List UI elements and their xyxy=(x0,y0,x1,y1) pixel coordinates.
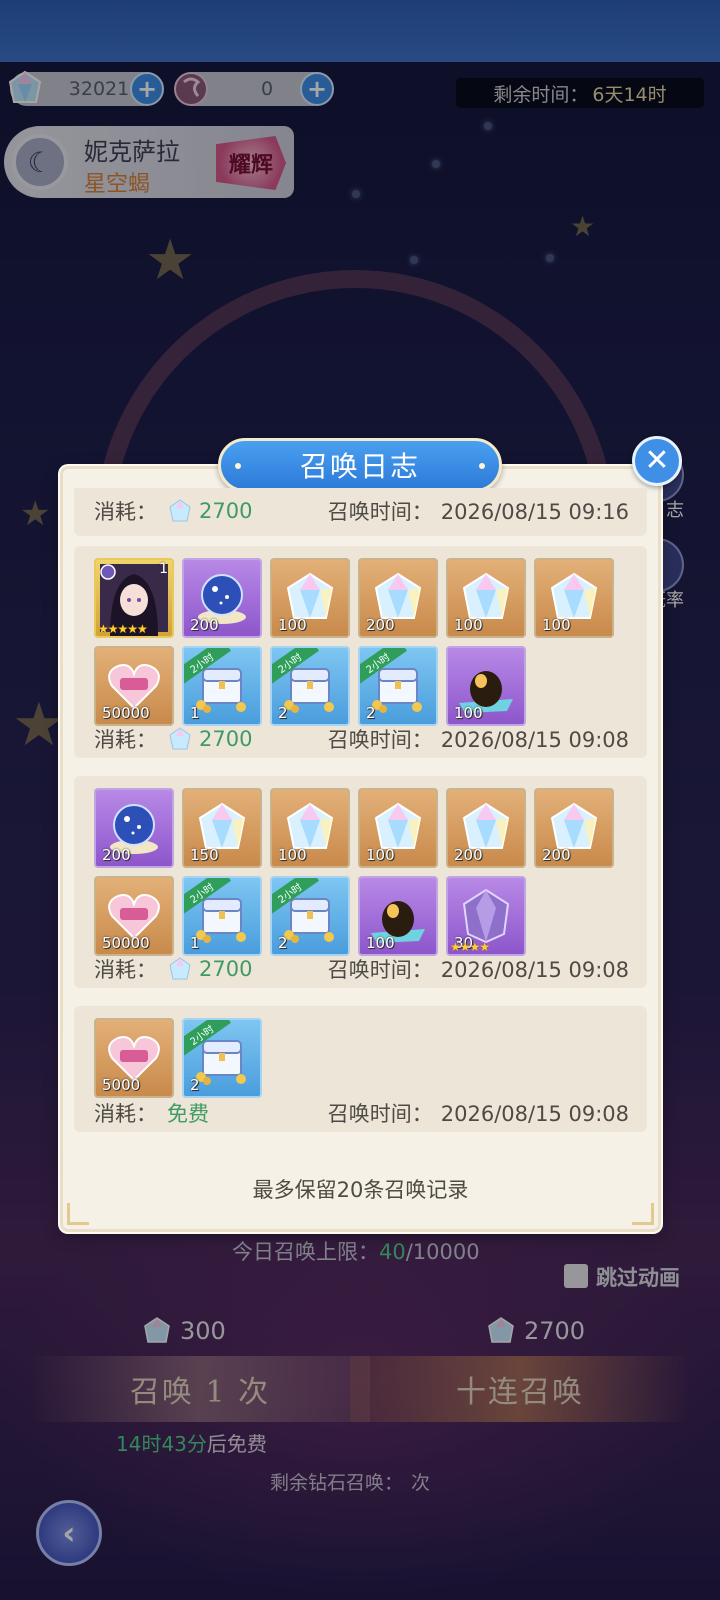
treasure-chest-reward-item[interactable]: 2小时 1 xyxy=(182,646,262,726)
item-quantity: 200 xyxy=(190,616,219,634)
time-value: 2026/08/15 09:16 xyxy=(440,500,629,524)
diamond-icon xyxy=(169,957,191,980)
time-value: 2026/08/15 09:08 xyxy=(440,728,629,752)
item-quantity: 100 xyxy=(278,846,307,864)
purple-crystal-reward-item[interactable]: 30 ★★★★ xyxy=(446,876,526,956)
cost-label: 消耗： xyxy=(94,1102,157,1126)
cost-value: 免费 xyxy=(167,1102,209,1126)
entry-meta: 消耗： 2700 召唤时间： 2026/08/15 09:08 xyxy=(94,952,629,986)
time-value: 2026/08/15 09:08 xyxy=(440,958,629,982)
item-quantity: 100 xyxy=(366,934,395,952)
treasure-chest-reward-item[interactable]: 2小时 2 xyxy=(182,1018,262,1098)
diamond-reward-item[interactable]: 200 xyxy=(446,788,526,868)
corner-ornament xyxy=(632,1203,654,1225)
item-quantity: 2 xyxy=(278,704,288,722)
time-label: 召唤时间： xyxy=(327,1102,433,1126)
item-quantity: 1 xyxy=(190,934,200,952)
diamond-reward-item[interactable]: 100 xyxy=(446,558,526,638)
close-button[interactable]: ✕ xyxy=(632,436,682,486)
hero-level: 1 xyxy=(159,561,168,577)
item-quantity: 1 xyxy=(190,704,200,722)
diamond-reward-item[interactable]: 100 xyxy=(534,558,614,638)
item-quantity: 100 xyxy=(454,704,483,722)
exp-heart-reward-item[interactable]: 5000 xyxy=(94,1018,174,1098)
treasure-chest-reward-item[interactable]: 2小时 1 xyxy=(182,876,262,956)
cost-label: 消耗： xyxy=(94,500,157,524)
time-value: 2026/08/15 09:08 xyxy=(440,1102,629,1126)
crystal-orb-reward-item[interactable]: 200 xyxy=(182,558,262,638)
summon-time: 召唤时间： 2026/08/15 09:08 xyxy=(328,954,629,984)
cost-label: 消耗： xyxy=(94,958,157,982)
item-quantity: 200 xyxy=(366,616,395,634)
corner-ornament xyxy=(67,1203,89,1225)
item-quantity: 100 xyxy=(542,616,571,634)
item-quantity: 50000 xyxy=(102,934,150,952)
cost-value: 2700 xyxy=(199,727,253,751)
diamond-reward-item[interactable]: 200 xyxy=(534,788,614,868)
diamond-reward-item[interactable]: 100 xyxy=(270,558,350,638)
log-entry: 200 150 100 100 200 200 50000 2小时 1 2小时 2 100 30 ★★★★… xyxy=(74,776,647,988)
treasure-chest-reward-item[interactable]: 2小时 2 xyxy=(358,646,438,726)
item-quantity: 100 xyxy=(454,616,483,634)
diamond-icon xyxy=(169,499,191,522)
item-quantity: 200 xyxy=(454,846,483,864)
entry-meta: 消耗： 免费 召唤时间： 2026/08/15 09:08 xyxy=(94,1096,629,1130)
item-quantity: 5000 xyxy=(102,1076,141,1094)
exp-heart-reward-item[interactable]: 50000 xyxy=(94,876,174,956)
entry-meta: 消耗： 2700 召唤时间： 2026/08/15 09:08 xyxy=(94,722,629,756)
log-entry: 1 ★★★★★ 200 100 200 100 100 50000 2小时 1 2小时 2 2小时 2 10… xyxy=(74,546,647,758)
close-icon: ✕ xyxy=(644,443,670,478)
item-quantity: 100 xyxy=(278,616,307,634)
diamond-reward-item[interactable]: 200 xyxy=(358,558,438,638)
crystal-orb-reward-item[interactable]: 200 xyxy=(94,788,174,868)
item-quantity: 200 xyxy=(542,846,571,864)
exp-heart-reward-item[interactable]: 50000 xyxy=(94,646,174,726)
cost-label: 消耗： xyxy=(94,728,157,752)
golden-egg-reward-item[interactable]: 100 xyxy=(446,646,526,726)
item-quantity: 2 xyxy=(366,704,376,722)
item-quantity: 2 xyxy=(190,1076,200,1094)
diamond-reward-item[interactable]: 100 xyxy=(270,788,350,868)
log-entry: 5000 2小时 2 消耗： 免费 召唤时间： 2026/08/15 09:08 xyxy=(74,1006,647,1132)
diamond-icon xyxy=(169,727,191,750)
item-quantity: 100 xyxy=(366,846,395,864)
cost-value: 2700 xyxy=(199,499,253,523)
summon-time: 召唤时间： 2026/08/15 09:08 xyxy=(328,1098,629,1128)
title-ornament xyxy=(235,463,241,469)
rarity-stars: ★★★★★ xyxy=(98,622,148,636)
golden-egg-reward-item[interactable]: 100 xyxy=(358,876,438,956)
summon-time: 召唤时间： 2026/08/15 09:08 xyxy=(328,724,629,754)
summon-time: 召唤时间： 2026/08/15 09:16 xyxy=(328,496,629,526)
item-quantity: 150 xyxy=(190,846,219,864)
item-quantity: 50000 xyxy=(102,704,150,722)
item-quantity: 2 xyxy=(278,934,288,952)
time-label: 召唤时间： xyxy=(327,500,433,524)
cost-value: 2700 xyxy=(199,957,253,981)
dialog-title: 召唤日志 xyxy=(218,438,502,492)
treasure-chest-reward-item[interactable]: 2小时 2 xyxy=(270,646,350,726)
diamond-reward-item[interactable]: 150 xyxy=(182,788,262,868)
entry-meta: 消耗： 2700 召唤时间： 2026/08/15 09:16 xyxy=(94,494,629,528)
title-ornament xyxy=(479,463,485,469)
diamond-reward-item[interactable]: 100 xyxy=(358,788,438,868)
time-label: 召唤时间： xyxy=(327,958,433,982)
item-quantity: 200 xyxy=(102,846,131,864)
hero-card-reward-item[interactable]: 1 ★★★★★ xyxy=(94,558,174,638)
summon-log-list[interactable]: 消耗： 2700 召唤时间： 2026/08/15 09:16 1 ★★★★★ 200… xyxy=(74,488,647,1164)
log-retention-note: 最多保留20条召唤记录 xyxy=(252,1178,469,1202)
log-entry: 消耗： 2700 召唤时间： 2026/08/15 09:16 xyxy=(74,488,647,536)
dialog-title-text: 召唤日志 xyxy=(299,450,420,483)
treasure-chest-reward-item[interactable]: 2小时 2 xyxy=(270,876,350,956)
time-label: 召唤时间： xyxy=(327,728,433,752)
